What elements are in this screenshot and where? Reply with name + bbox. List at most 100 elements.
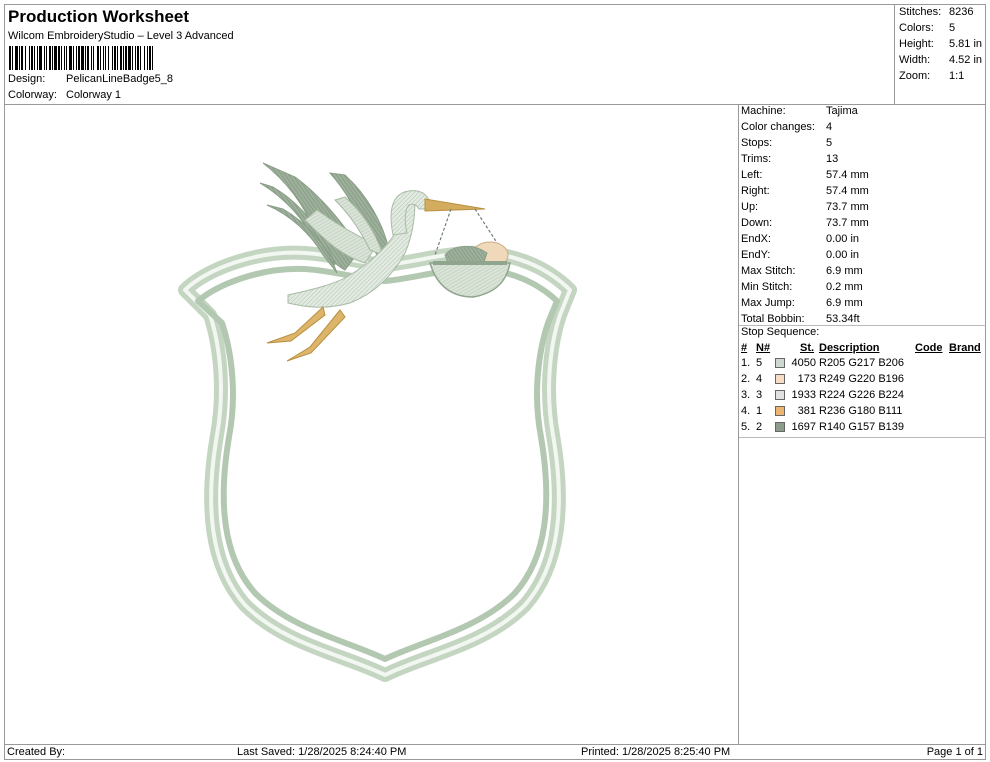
total-bobbin-label: Total Bobbin: [741, 313, 805, 325]
table-row: 4. 1 381 R236 G180 B111 [741, 405, 986, 420]
row-num: 1. [741, 357, 751, 369]
printed-date: Printed: 1/28/2025 8:25:40 PM [581, 746, 731, 758]
stops-row: Stops: 5 [741, 137, 981, 152]
design-value: PelicanLineBadge5_8 [66, 73, 174, 85]
colorway-value: Colorway 1 [66, 89, 122, 101]
max-jump-label: Max Jump: [741, 297, 795, 309]
stork-illustration [259, 162, 511, 362]
colorway-label: Colorway: [8, 89, 57, 101]
row-description: R205 G217 B206 [819, 357, 905, 369]
page-number: Page 1 of 1 [926, 746, 983, 758]
stitches-value: 8236 [949, 6, 974, 18]
trims-label: Trims: [741, 153, 772, 165]
table-row: 3. 3 1933 R224 G226 B224 [741, 389, 986, 404]
min-stitch-label: Min Stitch: [741, 281, 793, 293]
machine-label: Machine: [741, 105, 786, 117]
right-label: Right: [741, 185, 770, 197]
stops-value: 5 [826, 137, 833, 149]
row-needle: 3 [756, 389, 763, 401]
col-brand-header: Brand [949, 342, 981, 354]
stitches-label: Stitches: [899, 6, 942, 18]
min-stitch-value: 0.2 mm [826, 281, 863, 293]
row-num: 2. [741, 373, 751, 385]
height-value: 5.81 in [949, 38, 983, 50]
col-description-header: Description [819, 342, 880, 354]
color-changes-row: Color changes: 4 [741, 121, 981, 136]
page-title: Production Worksheet [8, 7, 190, 26]
color-swatch [775, 374, 785, 384]
stop-sequence-header: # N# St. Description Code Brand [741, 342, 986, 356]
color-swatch [775, 390, 785, 400]
left-label: Left: [741, 169, 763, 181]
row-description: R140 G157 B139 [819, 421, 905, 433]
max-jump-value: 6.9 mm [826, 297, 863, 309]
max-stitch-value: 6.9 mm [826, 265, 863, 277]
max-jump-row: Max Jump: 6.9 mm [741, 297, 981, 312]
left-row: Left: 57.4 mm [741, 169, 981, 184]
right-value: 57.4 mm [826, 185, 869, 197]
down-value: 73.7 mm [826, 217, 869, 229]
row-num: 5. [741, 421, 751, 433]
col-st-header: St. [800, 342, 815, 354]
machine-value: Tajima [826, 105, 858, 117]
color-swatch [775, 358, 785, 368]
row-stitches: 173 [797, 373, 816, 385]
machine-row: Machine: Tajima [741, 105, 981, 120]
barcode-bar [152, 46, 153, 70]
row-stitches: 4050 [791, 357, 816, 369]
row-needle: 5 [756, 357, 763, 369]
row-description: R236 G180 B111 [819, 405, 903, 417]
shield-frame [178, 245, 577, 682]
row-needle: 1 [756, 405, 763, 417]
last-saved: Last Saved: 1/28/2025 8:24:40 PM [237, 746, 407, 758]
endx-value: 0.00 in [826, 233, 860, 245]
up-label: Up: [741, 201, 759, 213]
worksheet-footer: Created By: Last Saved: 1/28/2025 8:24:4… [4, 745, 986, 760]
trims-row: Trims: 13 [741, 153, 981, 168]
badge-artwork [178, 162, 577, 682]
design-preview [5, 105, 738, 743]
row-description: R249 G220 B196 [819, 373, 905, 385]
stop-sequence-divider [739, 437, 986, 438]
endy-label: EndY: [741, 249, 771, 261]
right-row: Right: 57.4 mm [741, 185, 981, 200]
down-row: Down: 73.7 mm [741, 217, 981, 232]
height-label: Height: [899, 38, 934, 50]
worksheet-header: Production Worksheet Wilcom EmbroiderySt… [4, 4, 894, 104]
stops-label: Stops: [741, 137, 773, 149]
endy-row: EndY: 0.00 in [741, 249, 981, 264]
max-stitch-row: Max Stitch: 6.9 mm [741, 265, 981, 280]
design-label: Design: [8, 73, 46, 85]
up-row: Up: 73.7 mm [741, 201, 981, 216]
colors-value: 5 [949, 22, 956, 34]
row-num: 3. [741, 389, 751, 401]
color-changes-label: Color changes: [741, 121, 815, 133]
col-num-header: # [741, 342, 748, 354]
table-row: 2. 4 173 R249 G220 B196 [741, 373, 986, 388]
min-stitch-row: Min Stitch: 0.2 mm [741, 281, 981, 296]
row-stitches: 381 [797, 405, 816, 417]
row-description: R224 G226 B224 [819, 389, 905, 401]
created-by: Created By: [7, 746, 66, 758]
width-label: Width: [899, 54, 931, 66]
endx-row: EndX: 0.00 in [741, 233, 981, 248]
col-code-header: Code [915, 342, 943, 354]
row-needle: 2 [756, 421, 763, 433]
row-needle: 4 [756, 373, 763, 385]
up-value: 73.7 mm [826, 201, 869, 213]
color-swatch [775, 422, 785, 432]
stop-sequence-title: Stop Sequence: [741, 326, 820, 338]
zoom-value: 1:1 [949, 70, 965, 82]
row-num: 4. [741, 405, 751, 417]
trims-value: 13 [826, 153, 839, 165]
design-summary: Stitches: 8236 Colors: 5 Height: 5.81 in… [894, 4, 986, 104]
left-value: 57.4 mm [826, 169, 869, 181]
row-stitches: 1933 [791, 389, 816, 401]
color-changes-value: 4 [826, 121, 833, 133]
software-subtitle: Wilcom EmbroideryStudio – Level 3 Advanc… [8, 30, 234, 42]
barcode [9, 46, 272, 70]
down-label: Down: [741, 217, 773, 229]
zoom-label: Zoom: [899, 70, 931, 82]
col-n-header: N# [756, 342, 771, 354]
table-row: 5. 2 1697 R140 G157 B139 [741, 421, 986, 436]
